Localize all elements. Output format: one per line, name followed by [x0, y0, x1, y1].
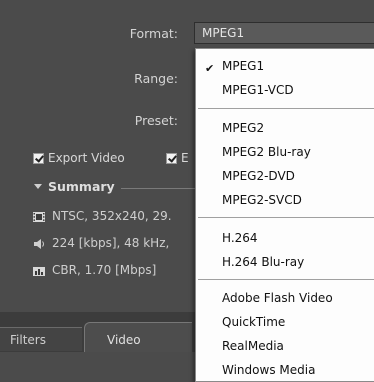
menu-item-windows-media[interactable]: Windows Media: [222, 363, 315, 377]
menu-separator: [198, 108, 374, 109]
bitrate-icon: [33, 267, 45, 276]
export-audio-check[interactable]: [166, 152, 177, 164]
format-dropdown[interactable]: MPEG1: [194, 22, 374, 44]
menu-item-mpeg2[interactable]: MPEG2: [222, 121, 264, 135]
preset-label: Preset:: [134, 113, 178, 128]
tab-filters[interactable]: Filters: [0, 327, 82, 351]
menu-item-mpeg2-dvd[interactable]: MPEG2-DVD: [222, 169, 295, 183]
menu-item-mpeg1-vcd[interactable]: MPEG1-VCD: [222, 83, 294, 97]
menu-item-mpeg2-bluray[interactable]: MPEG2 Blu-ray: [222, 145, 311, 159]
export-audio-checkbox[interactable]: E: [166, 150, 189, 166]
format-label: Format:: [129, 26, 178, 41]
menu-item-h264[interactable]: H.264: [222, 231, 258, 245]
menu-item-mpeg1[interactable]: MPEG1: [222, 59, 264, 73]
tab-video[interactable]: Video: [84, 322, 192, 352]
summary-audio-info: 224 [kbps], 48 kHz,: [52, 236, 170, 250]
menu-separator: [198, 217, 374, 218]
menu-item-mpeg2-svcd[interactable]: MPEG2-SVCD: [222, 193, 302, 207]
export-audio-label: E: [181, 151, 189, 165]
menu-separator: [198, 279, 374, 280]
export-video-checkbox[interactable]: Export Video: [33, 150, 125, 166]
summary-divider: [121, 188, 201, 189]
checkmark-icon: ✔: [205, 62, 215, 75]
speaker-icon: [34, 239, 44, 249]
film-icon: [33, 212, 45, 222]
summary-heading[interactable]: Summary: [48, 179, 115, 194]
format-dropdown-value: MPEG1: [202, 26, 245, 40]
export-video-check[interactable]: [33, 152, 44, 164]
summary-collapse-icon[interactable]: [34, 184, 42, 189]
summary-video-info: NTSC, 352x240, 29.: [52, 209, 172, 223]
summary-bitrate-info: CBR, 1.70 [Mbps]: [52, 263, 157, 277]
menu-item-h264-bluray[interactable]: H.264 Blu-ray: [222, 255, 304, 269]
range-label: Range:: [134, 71, 178, 86]
tab-filters-label: Filters: [10, 333, 46, 347]
format-dropdown-menu: ✔ MPEG1 MPEG1-VCD MPEG2 MPEG2 Blu-ray MP…: [195, 48, 374, 382]
menu-item-quicktime[interactable]: QuickTime: [222, 315, 285, 329]
tab-video-label: Video: [107, 333, 141, 347]
menu-item-adobe-flash-video[interactable]: Adobe Flash Video: [222, 291, 333, 305]
export-video-label: Export Video: [48, 151, 125, 165]
menu-item-realmedia[interactable]: RealMedia: [222, 339, 284, 353]
